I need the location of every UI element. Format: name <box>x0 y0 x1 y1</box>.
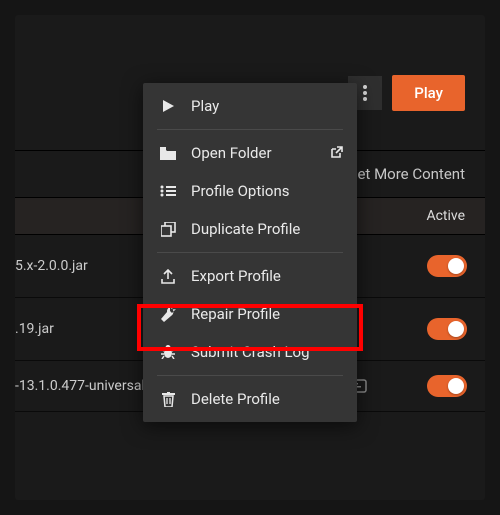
bug-icon <box>159 343 177 361</box>
menu-item-label: Submit Crash Log <box>191 343 310 361</box>
menu-item-submit-crash-log[interactable]: Submit Crash Log <box>143 333 357 371</box>
duplicate-icon <box>159 220 177 238</box>
menu-item-label: Profile Options <box>191 182 289 200</box>
col-active-header: Active <box>426 208 465 224</box>
profile-context-menu: Play Open Folder <box>143 83 357 422</box>
play-icon <box>159 97 177 115</box>
menu-item-delete-profile[interactable]: Delete Profile <box>143 380 357 418</box>
profile-card: Play Get More Content Active 5.x-2.0.0.j… <box>15 15 485 500</box>
active-toggle[interactable] <box>427 375 467 397</box>
menu-item-profile-options[interactable]: Profile Options <box>143 172 357 210</box>
play-button[interactable]: Play <box>392 75 465 111</box>
menu-item-label: Play <box>191 97 219 115</box>
export-icon <box>159 267 177 285</box>
menu-item-label: Repair Profile <box>191 305 280 323</box>
tab-get-more-content[interactable]: Get More Content <box>347 165 465 183</box>
list-icon <box>159 182 177 200</box>
kebab-icon <box>363 85 367 101</box>
menu-item-repair-profile[interactable]: Repair Profile <box>143 295 357 333</box>
trash-icon <box>159 390 177 408</box>
external-link-icon <box>329 146 343 160</box>
menu-item-label: Duplicate Profile <box>191 220 300 238</box>
menu-separator <box>157 252 343 253</box>
menu-separator <box>157 375 343 376</box>
menu-item-label: Export Profile <box>191 267 281 285</box>
menu-separator <box>157 129 343 130</box>
active-toggle[interactable] <box>427 255 467 277</box>
menu-item-label: Delete Profile <box>191 390 280 408</box>
menu-item-play[interactable]: Play <box>143 87 357 125</box>
menu-item-label: Open Folder <box>191 144 272 162</box>
wrench-icon <box>159 305 177 323</box>
menu-item-export-profile[interactable]: Export Profile <box>143 257 357 295</box>
menu-item-open-folder[interactable]: Open Folder <box>143 134 357 172</box>
folder-icon <box>159 144 177 162</box>
active-toggle[interactable] <box>427 318 467 340</box>
menu-item-duplicate-profile[interactable]: Duplicate Profile <box>143 210 357 248</box>
